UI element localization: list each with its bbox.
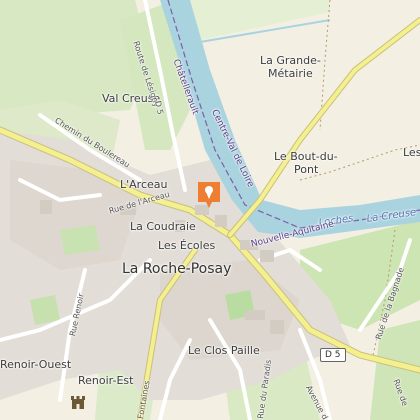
place-label-le-clos-paille: Le Clos Paille: [188, 344, 260, 357]
place-label-les-edge: Les: [403, 146, 420, 159]
map-canvas[interactable]: La Grande- Métairie Val Creuse Le Bout-d…: [0, 0, 420, 420]
town-label-la-roche-posay: La Roche-Posay: [122, 261, 232, 277]
place-label-le-bout-du-pont: Le Bout-du-: [274, 150, 338, 163]
place-label-le-bout-du-pont-2: Pont: [294, 163, 319, 176]
place-label-larceau: L'Arceau: [120, 178, 168, 191]
place-label-la-grande-metairie: La Grande-: [260, 54, 321, 67]
place-label-les-ecoles: Les Écoles: [158, 239, 216, 252]
place-label-renoir-est: Renoir-Est: [78, 374, 134, 387]
route-shield-d5: D 5: [320, 348, 346, 362]
castle-icon[interactable]: [70, 394, 86, 415]
place-label-renoir-ouest: Renoir-Ouest: [0, 358, 72, 371]
place-label-la-coudraie: La Coudraie: [130, 220, 196, 233]
location-pin-icon[interactable]: [196, 180, 222, 215]
place-label-la-grande-metairie-2: Métairie: [268, 67, 313, 80]
